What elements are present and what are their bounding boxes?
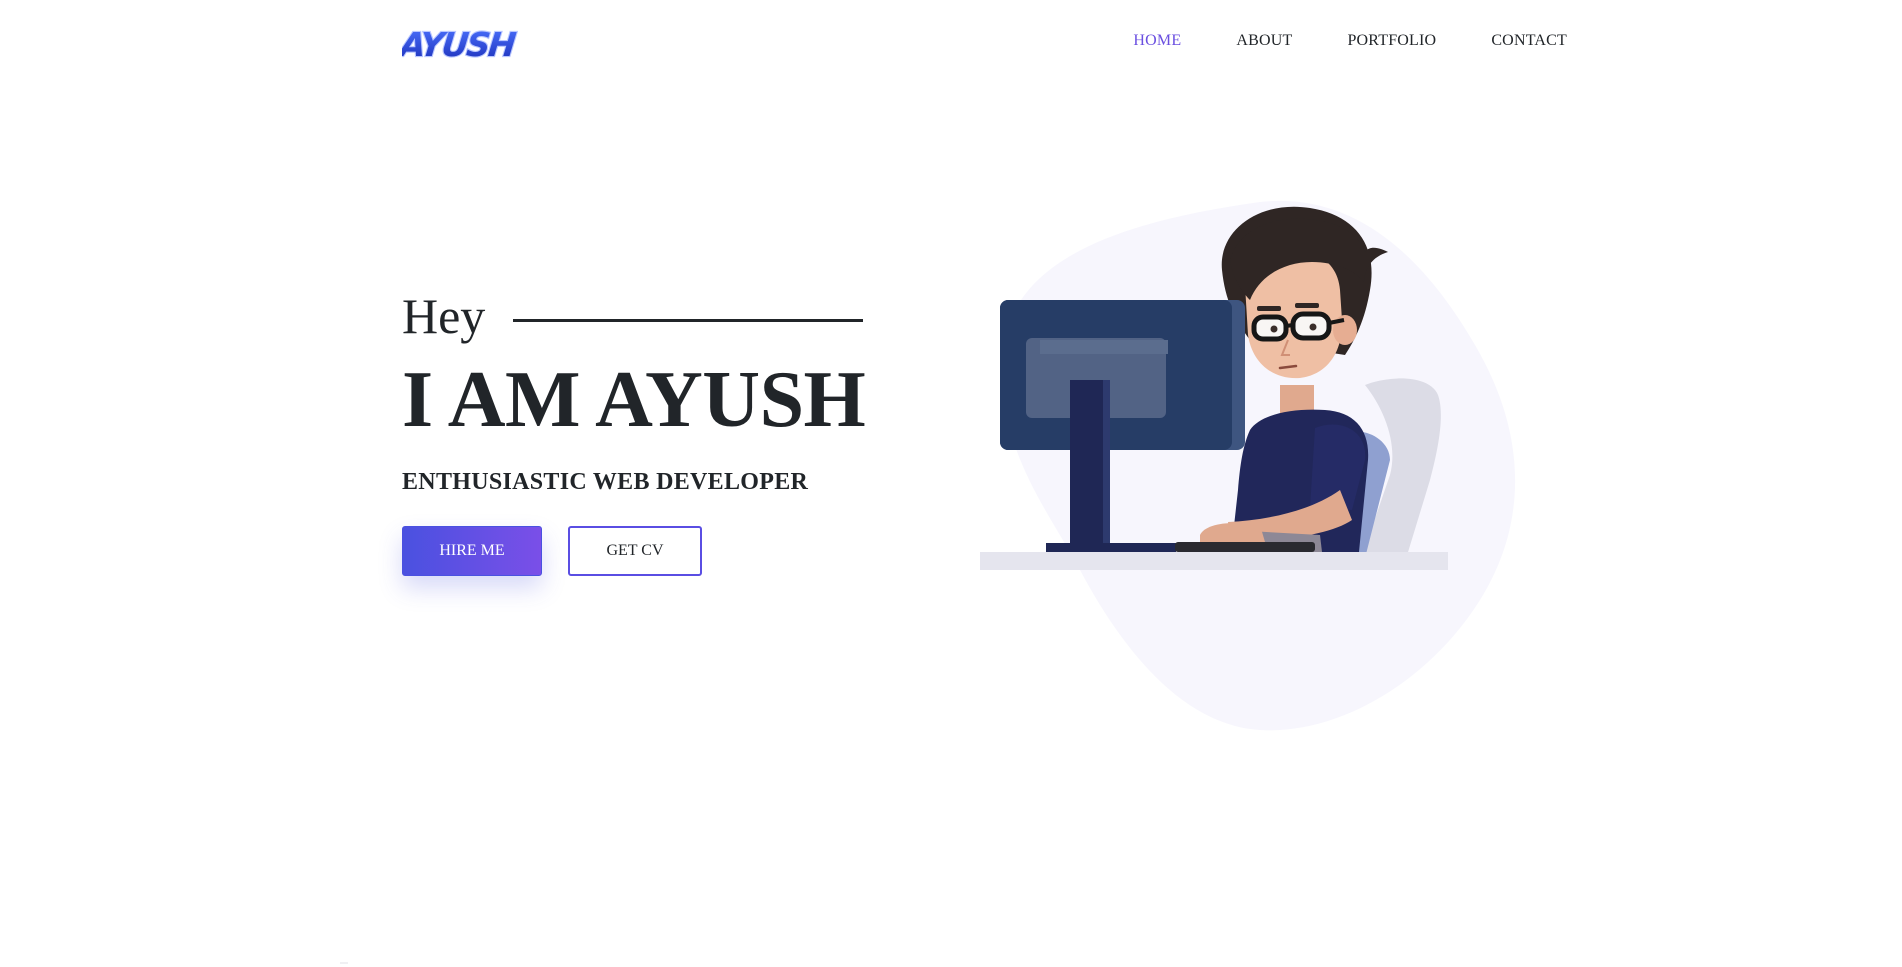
hero-title: I AM AYUSH (402, 356, 866, 444)
desk (980, 552, 1448, 570)
nav-link-portfolio[interactable]: PORTFOLIO (1347, 32, 1436, 49)
nav-link-about[interactable]: ABOUT (1236, 32, 1292, 49)
hero-section: Hey I AM AYUSH ENTHUSIASTIC WEB DEVELOPE… (402, 280, 922, 576)
nav-link-home[interactable]: HOME (1133, 32, 1181, 49)
developer-at-computer-illustration (980, 200, 1516, 731)
hire-me-button[interactable]: HIRE ME (402, 526, 542, 576)
monitor-base (1046, 543, 1176, 553)
hero-subtitle: ENTHUSIASTIC WEB DEVELOPER (402, 469, 809, 495)
greeting-text: Hey (402, 288, 486, 344)
hero-illustration (960, 190, 1540, 750)
eyebrow-right (1295, 303, 1319, 308)
eye-left (1270, 325, 1278, 333)
eye-right (1309, 323, 1317, 331)
monitor-window-inner (1040, 340, 1168, 354)
greeting-divider (513, 318, 864, 322)
brand-logo[interactable]: AYUSH (402, 18, 518, 70)
keyboard (1175, 542, 1315, 552)
navbar: AYUSH HOME ABOUT PORTFOLIO CONTACT (0, 0, 1902, 90)
svg-text:AYUSH: AYUSH (402, 25, 517, 64)
monitor-stand-highlight (1103, 380, 1110, 545)
nav-menu: HOME ABOUT PORTFOLIO CONTACT (1133, 32, 1567, 50)
hero-buttons: HIRE ME GET CV (402, 526, 922, 576)
get-cv-button[interactable]: GET CV (568, 526, 702, 576)
eyebrow-left (1257, 306, 1281, 311)
brand-wordmark-logo: AYUSH (402, 24, 518, 65)
greeting-row: Hey (402, 280, 922, 352)
glasses-bridge (1285, 323, 1294, 328)
glasses-left-lens (1251, 314, 1289, 342)
nav-link-contact[interactable]: CONTACT (1491, 32, 1567, 49)
page-bottom-artifact (340, 962, 348, 964)
